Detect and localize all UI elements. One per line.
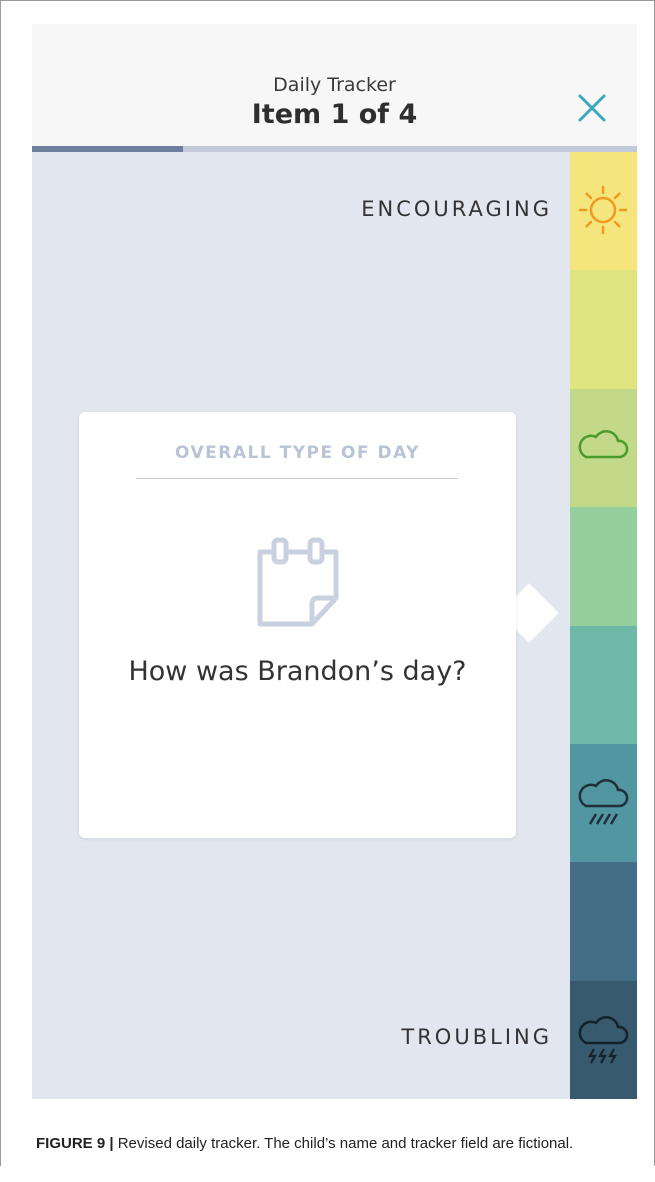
scale-level-2[interactable] — [570, 270, 637, 390]
header-subtitle: Daily Tracker — [273, 74, 396, 96]
progress-bar — [32, 146, 637, 152]
close-icon — [578, 94, 606, 122]
progress-fill — [32, 146, 184, 152]
scale-level-6[interactable] — [570, 743, 637, 863]
page-title: Item 1 of 4 — [251, 99, 418, 130]
caption-text: Revised daily tracker. The child’s name … — [113, 1135, 574, 1152]
notepad-icon — [257, 537, 339, 627]
storm-cloud-icon — [578, 1015, 629, 1064]
card-heading: OVERALL TYPE OF DAY — [175, 443, 420, 463]
scale-level-1[interactable] — [570, 152, 637, 271]
scale-level-4[interactable] — [570, 507, 637, 626]
scale-top-label: ENCOURAGING — [361, 197, 552, 221]
question-card: OVERALL TYPE OF DAY How was Brandon’s da… — [79, 412, 516, 838]
sun-icon — [578, 185, 628, 235]
tracker-screen: Daily Tracker Item 1 of 4 ENCOURAGING TR… — [32, 24, 637, 1099]
close-button[interactable] — [574, 90, 610, 126]
card-divider — [136, 478, 458, 479]
figure-caption: FIGURE 9 | Revised daily tracker. The ch… — [36, 1134, 636, 1154]
rain-cloud-icon — [578, 778, 629, 825]
scale-level-8[interactable] — [570, 980, 637, 1099]
cloud-icon — [578, 429, 629, 458]
scale-level-3[interactable] — [570, 388, 637, 508]
card-question: How was Brandon’s day? — [128, 656, 467, 687]
mood-scale — [570, 152, 637, 1099]
scale-bottom-label: TROUBLING — [401, 1025, 552, 1049]
scale-level-5[interactable] — [570, 625, 637, 745]
header: Daily Tracker Item 1 of 4 — [32, 24, 637, 146]
caption-label: FIGURE 9 | — [36, 1135, 114, 1152]
scale-level-7[interactable] — [570, 862, 637, 982]
